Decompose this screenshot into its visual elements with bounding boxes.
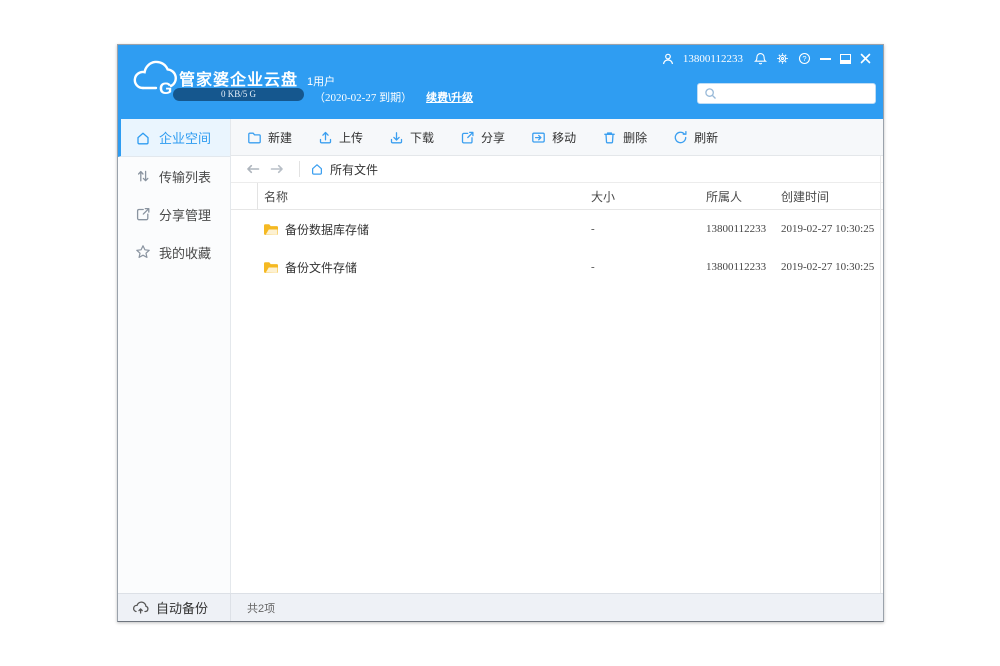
delete-button[interactable]: 删除 [602, 129, 647, 146]
home-icon [310, 162, 324, 176]
settings-gear-icon[interactable] [776, 52, 789, 65]
user-icon [662, 53, 674, 65]
file-created: 2019-02-27 10:30:25 [781, 223, 883, 235]
sidebar-item-transfer-list[interactable]: 传输列表 [118, 157, 230, 195]
new-folder-icon [247, 130, 262, 145]
forward-arrow-icon[interactable] [265, 159, 289, 179]
file-created: 2019-02-27 10:30:25 [781, 261, 883, 273]
renew-upgrade-link[interactable]: 续费\升级 [426, 92, 473, 104]
folder-icon [263, 261, 279, 274]
auto-backup-button[interactable]: 自动备份 [118, 594, 231, 621]
folder-icon [263, 223, 279, 236]
account-number[interactable]: 13800112233 [683, 53, 743, 65]
title-bar: G 管家婆企业云盘 1用户 0 KB/5 G （2020-02-27 到期） 续费\… [118, 45, 883, 119]
storage-usage-bar: 0 KB/5 G [173, 88, 304, 101]
home-icon [135, 130, 151, 146]
sidebar-item-favorites[interactable]: 我的收藏 [118, 233, 230, 271]
toolbar-button-label: 删除 [623, 129, 647, 146]
table-header-row: 名称 大小 所属人 创建时间 [231, 183, 883, 210]
column-header-created[interactable]: 创建时间 [781, 188, 883, 205]
download-button[interactable]: 下载 [389, 129, 434, 146]
new-folder-button[interactable]: 新建 [247, 129, 292, 146]
notifications-bell-icon[interactable] [754, 52, 767, 65]
breadcrumb-all-files[interactable]: 所有文件 [310, 161, 378, 178]
upload-button[interactable]: 上传 [318, 129, 363, 146]
search-box[interactable] [697, 83, 876, 104]
user-count-label: 1用户 [307, 76, 335, 88]
share-icon [135, 206, 151, 222]
help-icon[interactable]: ? [798, 52, 811, 65]
file-owner: 13800112233 [706, 261, 781, 273]
share-button[interactable]: 分享 [460, 129, 505, 146]
sidebar-item-label: 分享管理 [159, 205, 211, 224]
share-icon [460, 130, 475, 145]
file-size: - [591, 261, 706, 273]
app-logo-cloud-icon: G [131, 60, 177, 98]
toolbar-button-label: 分享 [481, 129, 505, 146]
search-icon [704, 87, 717, 100]
close-button[interactable] [860, 53, 871, 64]
refresh-button[interactable]: 刷新 [673, 129, 718, 146]
svg-text:?: ? [802, 54, 806, 63]
move-icon [531, 130, 546, 145]
status-bar: 自动备份 共2项 [118, 593, 883, 621]
toolbar-button-label: 上传 [339, 129, 363, 146]
trash-icon [602, 130, 617, 145]
app-window: G 管家婆企业云盘 1用户 0 KB/5 G （2020-02-27 到期） 续费\… [117, 44, 884, 622]
refresh-icon [673, 130, 688, 145]
app-title: 管家婆企业云盘 [179, 72, 298, 89]
maximize-button[interactable] [840, 54, 851, 64]
download-icon [389, 130, 404, 145]
item-count-label: 共2项 [231, 600, 275, 616]
breadcrumb: 所有文件 [231, 156, 883, 183]
file-toolbar: 新建 上传 [231, 119, 883, 156]
column-header-owner[interactable]: 所属人 [706, 188, 781, 205]
minimize-button[interactable] [820, 58, 831, 60]
star-icon [135, 244, 151, 260]
desktop-background: G 管家婆企业云盘 1用户 0 KB/5 G （2020-02-27 到期） 续费\… [0, 0, 1000, 666]
back-arrow-icon[interactable] [241, 159, 265, 179]
cloud-backup-icon [132, 600, 149, 615]
file-name: 备份数据库存储 [285, 221, 369, 238]
table-row[interactable]: 备份文件存储 - 13800112233 2019-02-27 10:30:25 [231, 248, 883, 286]
file-list: 名称 大小 所属人 创建时间 备份数据库存储 [231, 183, 883, 593]
transfer-arrows-icon [135, 168, 151, 184]
sidebar-item-share-management[interactable]: 分享管理 [118, 195, 230, 233]
sidebar: 企业空间 传输列表 分享管理 [118, 119, 231, 593]
svg-text:G: G [159, 79, 172, 98]
file-name: 备份文件存储 [285, 259, 357, 276]
sidebar-item-enterprise-space[interactable]: 企业空间 [118, 119, 230, 157]
table-row[interactable]: 备份数据库存储 - 13800112233 2019-02-27 10:30:2… [231, 210, 883, 248]
breadcrumb-location-label: 所有文件 [330, 161, 378, 178]
file-owner: 13800112233 [706, 223, 781, 235]
move-button[interactable]: 移动 [531, 129, 576, 146]
auto-backup-label: 自动备份 [156, 598, 208, 617]
expiry-date-label: （2020-02-27 到期） [314, 92, 412, 104]
sidebar-item-label: 我的收藏 [159, 243, 211, 262]
column-header-size[interactable]: 大小 [591, 188, 706, 205]
main-panel: 新建 上传 [231, 119, 883, 593]
sidebar-item-label: 企业空间 [159, 128, 211, 147]
file-size: - [591, 223, 706, 235]
toolbar-button-label: 下载 [410, 129, 434, 146]
search-input[interactable] [722, 88, 869, 100]
toolbar-button-label: 新建 [268, 129, 292, 146]
list-right-divider [880, 156, 881, 593]
upload-icon [318, 130, 333, 145]
breadcrumb-divider [299, 161, 300, 177]
toolbar-button-label: 刷新 [694, 129, 718, 146]
column-header-name[interactable]: 名称 [257, 183, 591, 209]
toolbar-button-label: 移动 [552, 129, 576, 146]
sidebar-item-label: 传输列表 [159, 167, 211, 186]
